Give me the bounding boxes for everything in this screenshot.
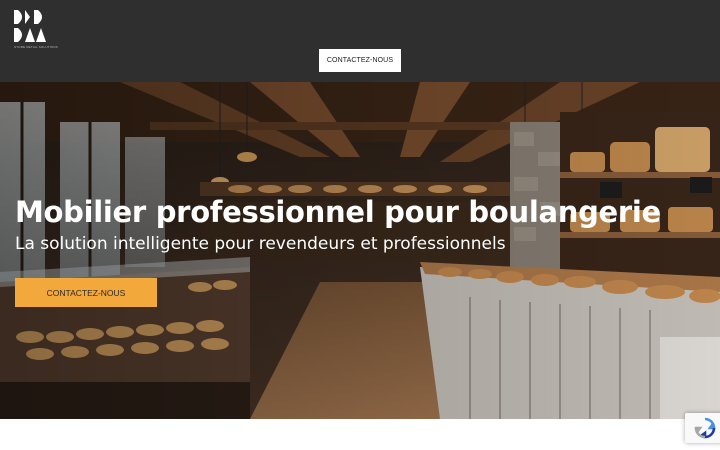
header-contact-button[interactable]: CONTACTEZ-NOUS — [319, 49, 401, 72]
hero-section: Mobilier professionnel pour boulangerie … — [0, 82, 720, 419]
logo-tagline: STORE RETAIL SOLUTIONS — [14, 45, 58, 49]
hero-subtitle: La solution intelligente pour revendeurs… — [15, 234, 506, 254]
hero-contact-button[interactable]: CONTACTEZ-NOUS — [15, 278, 157, 307]
recaptcha-icon — [694, 417, 716, 439]
company-logo[interactable] — [14, 10, 46, 50]
recaptcha-badge[interactable] — [685, 413, 720, 443]
hero-title: Mobilier professionnel pour boulangerie — [15, 195, 661, 229]
site-header: STORE RETAIL SOLUTIONS CONTACTEZ-NOUS — [0, 0, 720, 82]
